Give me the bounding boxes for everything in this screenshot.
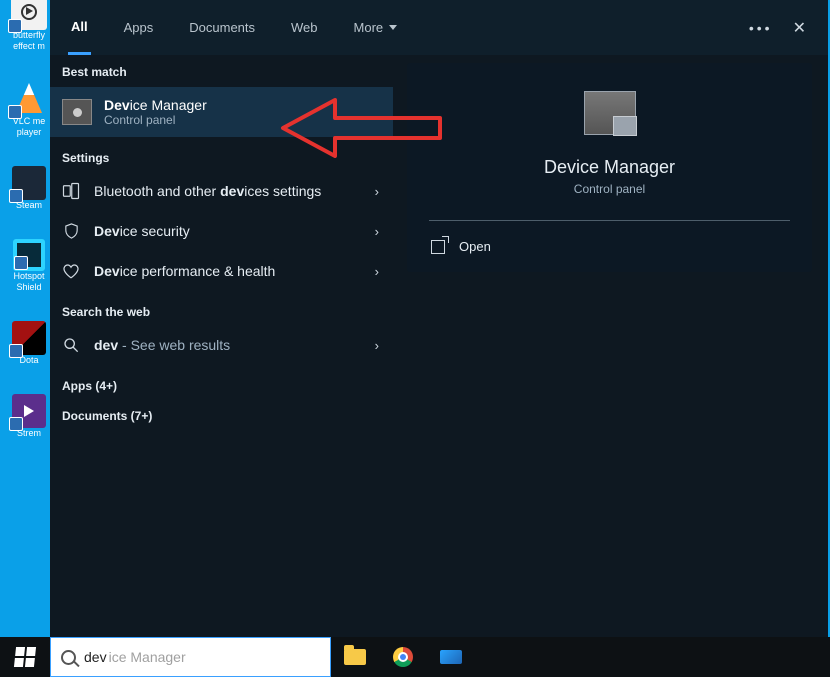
health-icon <box>62 262 80 280</box>
best-match-device-manager[interactable]: Device Manager Control panel <box>50 87 393 137</box>
chevron-down-icon <box>389 25 397 30</box>
search-detail-pane: Device Manager Control panel Open <box>393 55 828 637</box>
strem-icon <box>12 394 46 428</box>
result-label: Device performance & health <box>94 263 381 279</box>
chrome-icon <box>393 647 413 667</box>
detail-subtitle: Control panel <box>429 182 790 196</box>
result-label: dev - See web results <box>94 337 381 353</box>
app-icon <box>11 0 47 30</box>
device-manager-icon <box>62 99 92 125</box>
taskbar-pinned-apps <box>331 637 475 677</box>
folder-icon <box>344 649 366 665</box>
taskbar-file-explorer[interactable] <box>331 637 379 677</box>
vlc-icon <box>11 80 47 116</box>
desktop-icon-butterfly[interactable]: butterfly effect m <box>4 0 54 52</box>
chevron-right-icon: › <box>375 264 379 279</box>
more-options-icon[interactable]: ••• <box>743 14 779 42</box>
desktop-icon-vlc[interactable]: VLC me player <box>4 80 54 138</box>
desktop-background: butterfly effect m VLC me player Steam H… <box>0 0 830 677</box>
start-button[interactable] <box>0 637 50 677</box>
chevron-right-icon: › <box>375 184 379 199</box>
detail-card: Device Manager Control panel Open <box>407 63 812 272</box>
devices-icon <box>62 182 80 200</box>
windows-logo-icon <box>14 647 36 667</box>
result-device-performance[interactable]: Device performance & health › <box>50 251 393 291</box>
documents-group-header[interactable]: Documents (7+) <box>50 399 393 429</box>
hotspot-icon <box>13 239 45 271</box>
search-tabs-row: All Apps Documents Web More ••• ✕ <box>50 0 828 55</box>
taskbar-mail[interactable] <box>427 637 475 677</box>
tab-more-label: More <box>354 20 384 35</box>
desktop-icon-label: Hotspot Shield <box>4 271 54 293</box>
best-match-text: Device Manager Control panel <box>104 97 207 127</box>
detail-title: Device Manager <box>429 157 790 178</box>
mail-icon <box>440 650 462 664</box>
result-label: Bluetooth and other devices settings <box>94 183 381 199</box>
device-manager-icon <box>584 91 636 135</box>
desktop-icon-label: butterfly effect m <box>4 30 54 52</box>
tab-documents[interactable]: Documents <box>186 0 258 55</box>
result-device-security[interactable]: Device security › <box>50 211 393 251</box>
detail-icon-wrap <box>429 85 790 135</box>
dota-icon <box>12 321 46 355</box>
result-label: Device security <box>94 223 381 239</box>
result-bluetooth-settings[interactable]: Bluetooth and other devices settings › <box>50 171 393 211</box>
desktop-icon-label: VLC me player <box>4 116 54 138</box>
open-label: Open <box>459 239 491 254</box>
detail-open-action[interactable]: Open <box>429 221 790 272</box>
taskbar: device Manager <box>0 637 830 677</box>
start-search-flyout: All Apps Documents Web More ••• ✕ Best m… <box>50 0 828 637</box>
tab-all[interactable]: All <box>68 0 91 55</box>
search-results-pane: Best match Device Manager Control panel … <box>50 55 393 637</box>
taskbar-chrome[interactable] <box>379 637 427 677</box>
search-web-header: Search the web <box>50 291 393 325</box>
desktop-icon-steam[interactable]: Steam <box>4 166 54 211</box>
shield-icon <box>62 222 80 240</box>
settings-header: Settings <box>50 137 393 171</box>
result-web-search[interactable]: dev - See web results › <box>50 325 393 365</box>
apps-group-header[interactable]: Apps (4+) <box>50 365 393 399</box>
desktop-icon-hotspot[interactable]: Hotspot Shield <box>4 239 54 293</box>
desktop-icon-dota[interactable]: Dota <box>4 321 54 366</box>
taskbar-search-box[interactable]: device Manager <box>50 637 331 677</box>
tab-more[interactable]: More <box>351 0 401 55</box>
best-match-header: Best match <box>50 55 393 87</box>
best-match-subtitle: Control panel <box>104 113 207 127</box>
desktop-icon-strem[interactable]: Strem <box>4 394 54 439</box>
close-icon[interactable]: ✕ <box>779 12 810 44</box>
chevron-right-icon: › <box>375 338 379 353</box>
search-icon <box>62 336 80 354</box>
open-external-icon <box>431 240 445 254</box>
tab-web[interactable]: Web <box>288 0 321 55</box>
search-autocomplete-ghost: ice Manager <box>109 649 186 665</box>
best-match-title: Device Manager <box>104 97 207 113</box>
desktop-icons-column: butterfly effect m VLC me player Steam H… <box>4 0 54 467</box>
search-typed-text: dev <box>84 649 107 665</box>
search-body: Best match Device Manager Control panel … <box>50 55 828 637</box>
chevron-right-icon: › <box>375 224 379 239</box>
steam-icon <box>12 166 46 200</box>
tab-apps[interactable]: Apps <box>121 0 157 55</box>
